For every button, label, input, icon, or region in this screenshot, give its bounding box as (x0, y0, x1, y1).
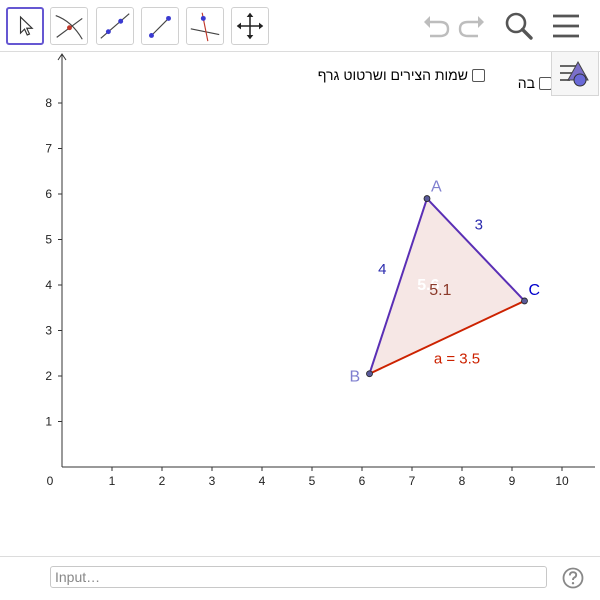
point-A (423, 195, 431, 202)
checkbox-box[interactable] (472, 68, 485, 82)
segment-icon (149, 15, 171, 38)
search-icon (505, 12, 533, 40)
style-bar-toggle-button[interactable] (551, 52, 599, 96)
algebra-input-bar (0, 556, 600, 600)
x-tick-label: 8 (459, 474, 466, 488)
intersect-icon (55, 15, 83, 40)
x-tick-label: 5 (309, 474, 316, 488)
move-tool-button[interactable] (6, 7, 44, 45)
graphics-canvas[interactable]: 0 1 2 3 4 5 6 7 8 9 1012345678 43a = 3.55.65.1ABC (0, 52, 600, 556)
move-graphics-view-tool-button[interactable] (231, 7, 269, 45)
y-tick-label: 1 (45, 415, 52, 429)
undo-icon (424, 16, 450, 38)
hamburger-menu-icon (553, 14, 579, 38)
segment-tool-button[interactable] (141, 7, 179, 45)
y-tick-label: 5 (45, 233, 52, 247)
undo-button[interactable] (418, 8, 454, 44)
move-arrows-icon (236, 12, 264, 40)
segment-label-BC: a = 3.5 (434, 350, 480, 367)
intersect-tool-button[interactable] (50, 7, 88, 45)
segment-label-AC: 3 (475, 217, 483, 234)
polygon-area-label: 5.1 (429, 282, 451, 299)
x-tick-label: 7 (409, 474, 416, 488)
y-tick-label: 7 (45, 142, 52, 156)
construction: 43a = 3.55.65.1ABC (350, 179, 541, 386)
point-label-A: A (431, 179, 442, 196)
style-bar-icon (560, 60, 589, 87)
y-tick-label: 8 (45, 96, 52, 110)
help-icon[interactable] (562, 567, 584, 589)
graphics-view[interactable]: 0 1 2 3 4 5 6 7 8 9 10 1 2 3 4 5 6 7 8 43a = 3.5 5.6 5.1 A B C … (0, 52, 600, 556)
x-tick-label: 9 (509, 474, 516, 488)
axes-names-checkbox[interactable]: שמות הצירים ושרטוט גרף (318, 67, 485, 83)
y-tick-label: 3 (45, 324, 52, 338)
y-tick-label: 2 (45, 369, 52, 383)
redo-icon (458, 16, 484, 38)
perpendicular-line-tool-button[interactable] (186, 7, 224, 45)
axes: 0 1 2 3 4 5 6 7 8 9 10 1 2 3 4 5 6 7 8 (45, 53, 595, 488)
main-menu-button[interactable] (548, 8, 584, 44)
x-tick-label: 1 (109, 474, 116, 488)
x-tick-label: 6 (359, 474, 366, 488)
point-C (521, 297, 528, 305)
search-button[interactable] (501, 8, 537, 44)
point-label-C: C (529, 282, 541, 299)
algebra-input[interactable] (50, 566, 547, 588)
segment-label-AB: 4 (378, 261, 386, 278)
toolbar (0, 0, 600, 52)
x-tick-label: 2 (159, 474, 166, 488)
axes-names-checkbox-label: שמות הצירים ושרטוט גרף (317, 67, 468, 83)
redo-button[interactable] (454, 8, 490, 44)
y-tick-label: 4 (45, 278, 52, 292)
line-tool-button[interactable] (96, 7, 134, 45)
perpendicular-line-icon (190, 12, 220, 42)
x-tick-label: 0 (47, 474, 54, 488)
x-tick-label: 10 (555, 474, 569, 488)
point-label-B: B (350, 369, 361, 386)
y-tick-label: 6 (45, 187, 52, 201)
cursor-arrow-icon (19, 15, 34, 36)
x-tick-label: 3 (209, 474, 216, 488)
x-tick-label: 4 (259, 474, 266, 488)
point-B (366, 370, 373, 378)
second-checkbox[interactable]: בה (518, 75, 552, 91)
second-checkbox-label: בה (517, 75, 535, 91)
line-through-points-icon (100, 13, 130, 39)
